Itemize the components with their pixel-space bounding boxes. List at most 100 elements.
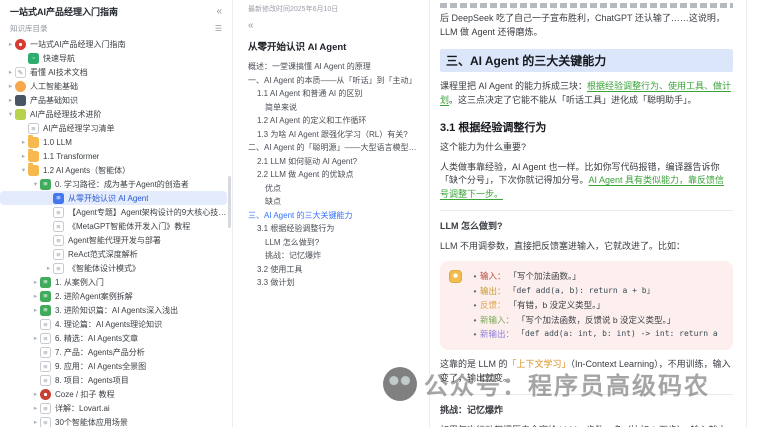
bullet-icon: • xyxy=(473,285,477,296)
sidebar-item[interactable]: Agent智能代理开发与部署 xyxy=(0,233,227,247)
sidebar-item[interactable]: ▸ 30个智能体应用场景 xyxy=(0,415,227,427)
sidebar-item[interactable]: 9. 应用：AI Agents全景图 xyxy=(0,359,227,373)
sidebar-item[interactable]: ▸ 3. 进阶知识篇：AI Agents深入浅出 xyxy=(0,303,227,317)
sidebar-item[interactable]: ▸ 看懂 AI技术文档 xyxy=(0,65,227,79)
outline-item[interactable]: 一、AI Agent 的本质——从「听话」到「主动」 xyxy=(248,74,421,88)
collapse-sidebar-icon[interactable]: « xyxy=(216,6,222,17)
document-icon xyxy=(40,416,51,427)
sidebar-item[interactable]: ▾ 0. 学习路径：成为基于Agent的创造者 xyxy=(0,177,227,191)
outline-item[interactable]: 3.1 根据经验调整行为 xyxy=(248,222,421,236)
product-icon xyxy=(15,94,26,106)
sidebar-item[interactable]: ▸ 人工智能基础 xyxy=(0,79,227,93)
outline-item-label: 二、AI Agent 的「聪明源」——大型语言模型（LLM） xyxy=(248,143,421,152)
outline-item[interactable]: 2.1 LLM 如何驱动 AI Agent? xyxy=(248,155,421,169)
bold-label: LLM 怎么做到? xyxy=(440,221,503,231)
sidebar-item-label: 《MetaGPT智能体开发入门》教程 xyxy=(68,221,191,231)
sidebar-item[interactable]: ReAct范式深度解析 xyxy=(0,247,227,261)
sidebar-item-label: 看懂 AI技术文档 xyxy=(30,67,88,77)
caret-icon[interactable]: ▸ xyxy=(31,306,40,314)
document-icon xyxy=(53,220,64,232)
outline-item[interactable]: 1.2 AI Agent 的定义和工作循环 xyxy=(248,114,421,128)
caret-icon[interactable]: ▸ xyxy=(31,334,40,342)
paragraph: 这靠的是 LLM 的「上下文学习」（In-Context Learning），不… xyxy=(440,358,733,385)
sidebar-item[interactable]: 【Agent专题】Agent架构设计的9大核心技术全景深解析 xyxy=(0,205,227,219)
sidebar-item[interactable]: ▸ 1.1 Transformer xyxy=(0,149,227,163)
bullet-icon: • xyxy=(473,314,477,325)
outline-item[interactable]: LLM 怎么做到? xyxy=(248,236,421,250)
blue-document-icon xyxy=(53,192,64,204)
caret-icon[interactable]: ▸ xyxy=(31,278,40,286)
document-icon xyxy=(40,332,51,344)
outline-item[interactable]: 缺点 xyxy=(248,195,421,209)
sidebar-item[interactable]: ▾ AI产品经理技术进阶 xyxy=(0,107,227,121)
example-text: 「写个加法函数。」 xyxy=(508,271,581,281)
knowledge-base-app: 一站式AI产品经理入门指南 « 知识库目录 ☰ ▸ 一站式AI产品经理入门指南 … xyxy=(0,0,768,427)
caret-icon[interactable]: ▾ xyxy=(6,110,15,118)
sidebar-item[interactable]: 7. 产品：Agents产品分析 xyxy=(0,345,227,359)
green-notebook-icon xyxy=(40,290,51,302)
paragraph: 如果每次行动都把历史全塞给 LLM，步数一多（比如 1 万步），输入就太长，算力… xyxy=(440,424,733,427)
sidebar-item-label: 从零开始认识 AI Agent xyxy=(68,193,149,203)
outline-item[interactable]: 2.2 LLM 做 Agent 的优缺点 xyxy=(248,168,421,182)
sidebar-item[interactable]: ▸ Coze / 扣子 教程 xyxy=(0,387,227,401)
sidebar-item-label: 1.2 AI Agents（智能体） xyxy=(43,165,131,175)
outline-item[interactable]: 3.2 使用工具 xyxy=(248,263,421,277)
filter-icon[interactable]: ☰ xyxy=(215,24,222,33)
caret-icon[interactable]: ▸ xyxy=(6,40,15,48)
sidebar-item[interactable]: ▾ 1.2 AI Agents（智能体） xyxy=(0,163,227,177)
sidebar-scrollbar[interactable] xyxy=(228,176,231,228)
outline-item[interactable]: 概述：一堂课搞懂 AI Agent 的原理 xyxy=(248,60,421,74)
outline-item[interactable]: 3.3 做计划 xyxy=(248,276,421,290)
paragraph: LLM 不用调参数，直接把反馈塞进输入，它就改进了。比如： xyxy=(440,240,686,251)
outline-item[interactable]: 简单来说 xyxy=(248,101,421,115)
caret-icon[interactable]: ▸ xyxy=(19,138,28,146)
sidebar-item[interactable]: 快速导航 xyxy=(0,51,227,65)
outline-item[interactable]: 三、AI Agent 的三大关键能力 xyxy=(248,209,421,223)
caret-icon[interactable]: ▸ xyxy=(31,390,40,398)
sidebar-item[interactable]: ▸ 1. 从案例入门 xyxy=(0,275,227,289)
outline-item[interactable]: 优点 xyxy=(248,182,421,196)
sidebar-item[interactable]: ▸ 1.0 LLM xyxy=(0,135,227,149)
last-modified-label: 最新修改时间2025年6月10日 xyxy=(248,6,339,13)
outline-item[interactable]: 挑战：记忆爆炸 xyxy=(248,249,421,263)
sidebar-item[interactable]: ▸ 6. 精选：AI Agents文章 xyxy=(0,331,227,345)
sidebar-item[interactable]: 《MetaGPT智能体开发入门》教程 xyxy=(0,219,227,233)
caret-icon[interactable]: ▸ xyxy=(6,96,15,104)
collapse-outline-icon[interactable]: « xyxy=(248,20,421,31)
sidebar-item-label: 产品基础知识 xyxy=(30,95,78,105)
caret-icon[interactable]: ▸ xyxy=(31,418,40,426)
example-row: • 新输出： 「def add(a: int, b: int) -> int: … xyxy=(470,327,724,342)
sidebar-item[interactable]: ▸ 详解：Lovart.ai xyxy=(0,401,227,415)
sidebar-item-label: 快速导航 xyxy=(43,53,75,63)
sidebar-item[interactable]: 8. 项目：Agents项目 xyxy=(0,373,227,387)
lightbulb-icon xyxy=(449,270,462,283)
orange-link[interactable]: 「上下文学习」 xyxy=(508,359,571,369)
caret-icon[interactable]: ▸ xyxy=(6,68,15,76)
sidebar-item[interactable]: 4. 理论篇：AI Agents理论知识 xyxy=(0,317,227,331)
sidebar-section-label: 知识库目录 xyxy=(10,24,48,33)
sidebar-item[interactable]: AI产品经理学习清单 xyxy=(0,121,227,135)
sidebar-item[interactable]: ▸ 一站式AI产品经理入门指南 xyxy=(0,37,227,51)
caret-icon[interactable]: ▸ xyxy=(44,264,53,272)
sidebar-item[interactable]: 从零开始认识 AI Agent xyxy=(0,191,227,205)
outline-item[interactable]: 1.1 AI Agent 和普通 AI 的区别 xyxy=(248,87,421,101)
caret-icon[interactable]: ▾ xyxy=(31,180,40,188)
caret-icon[interactable]: ▸ xyxy=(31,292,40,300)
outline-item-label: 3.3 做计划 xyxy=(257,278,295,287)
caret-icon[interactable]: ▸ xyxy=(6,82,15,90)
sidebar-item-label: 9. 应用：AI Agents全景图 xyxy=(55,361,147,371)
outline-item[interactable]: 二、AI Agent 的「聪明源」——大型语言模型（LLM） xyxy=(248,141,421,155)
sidebar-item[interactable]: ▸ 产品基础知识 xyxy=(0,93,227,107)
caret-icon[interactable]: ▾ xyxy=(19,166,28,174)
example-label: 新输入： xyxy=(480,314,515,325)
caret-icon[interactable]: ▸ xyxy=(31,404,40,412)
sidebar-item[interactable]: ▸ 2. 进阶Agent案例拆解 xyxy=(0,289,227,303)
sidebar-item-label: AI产品经理学习清单 xyxy=(43,123,115,133)
sidebar-item-label: 1.0 LLM xyxy=(43,137,72,147)
sidebar-item-label: 【Agent专题】Agent架构设计的9大核心技术全景深解析 xyxy=(68,207,227,217)
caret-icon[interactable]: ▸ xyxy=(19,152,28,160)
bold-label: 挑战：记忆爆炸 xyxy=(440,405,504,416)
sidebar-item[interactable]: ▸ 《智能体设计模式》 xyxy=(0,261,227,275)
outline-item[interactable]: 1.3 为啥 AI Agent 跟强化学习（RL）有关? xyxy=(248,128,421,142)
outline-item-label: 缺点 xyxy=(265,197,281,206)
